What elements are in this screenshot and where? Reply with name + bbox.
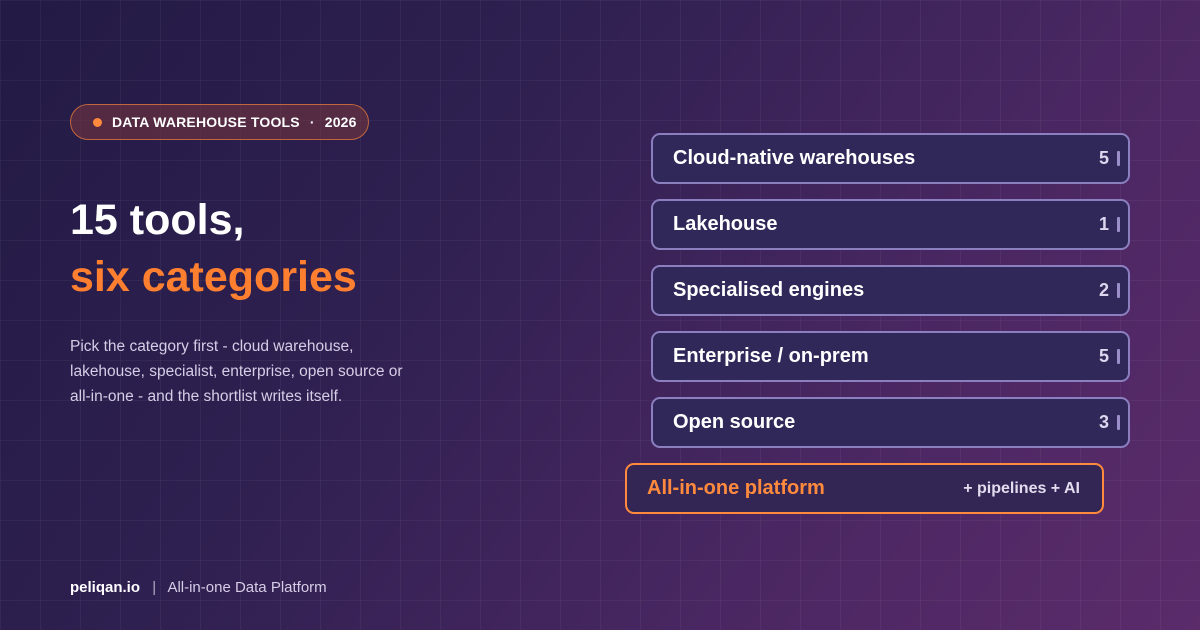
footer-brand: peliqan.io [70, 579, 141, 596]
highlight-label: All-in-one platform [647, 477, 825, 499]
count-bar-icon [1117, 415, 1120, 430]
footer-separator: | [152, 579, 157, 596]
count-bar-icon [1117, 151, 1120, 166]
category-count: 5 [1098, 148, 1109, 168]
category-card-cloud-native: Cloud-native warehouses 5 [651, 133, 1130, 184]
badge-separator: · [309, 114, 315, 130]
category-count: 1 [1098, 214, 1109, 234]
count-bar-icon [1117, 349, 1120, 364]
headline-primary: 15 tools, [70, 196, 245, 244]
highlight-extra: + pipelines + AI [963, 479, 1080, 497]
description-text: Pick the category first - cloud warehous… [70, 338, 403, 405]
category-count: 3 [1098, 412, 1109, 432]
footer: peliqan.io | All-in-one Data Platform [70, 579, 327, 596]
badge-dot-icon [93, 117, 102, 127]
count-bar-icon [1117, 217, 1120, 232]
category-card-all-in-one: All-in-one platform + pipelines + AI [625, 463, 1104, 514]
category-count: 2 [1098, 280, 1109, 300]
count-bar-icon [1117, 283, 1120, 298]
category-count: 5 [1098, 346, 1109, 366]
category-label: Lakehouse [673, 213, 778, 235]
category-label: Open source [673, 411, 796, 433]
category-card-enterprise: Enterprise / on-prem 5 [651, 331, 1130, 382]
category-card-specialised-engines: Specialised engines 2 [651, 265, 1130, 316]
category-label: Enterprise / on-prem [673, 345, 869, 367]
category-card-lakehouse: Lakehouse 1 [651, 199, 1130, 250]
headline-accent: six categories [70, 253, 357, 301]
category-label: Specialised engines [673, 279, 865, 301]
category-label: Cloud-native warehouses [673, 147, 916, 169]
category-badge: DATA WAREHOUSE TOOLS · 2026 [70, 104, 369, 140]
badge-label: DATA WAREHOUSE TOOLS [112, 114, 300, 130]
footer-tagline: All-in-one Data Platform [167, 579, 327, 596]
badge-year: 2026 [324, 114, 357, 130]
category-card-open-source: Open source 3 [651, 397, 1130, 448]
